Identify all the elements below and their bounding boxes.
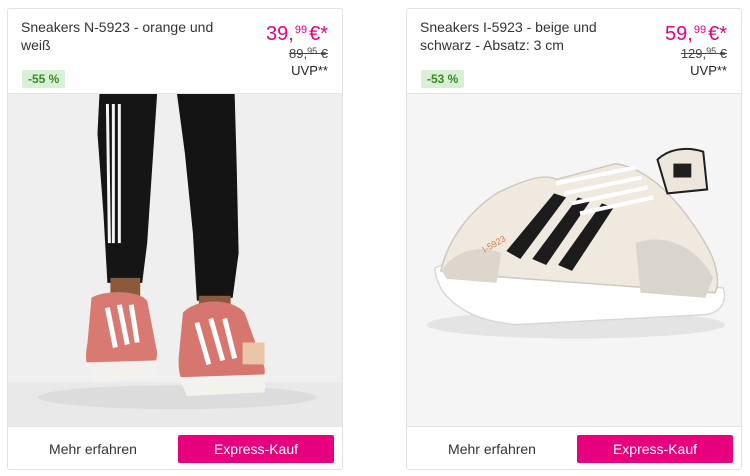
discount-badge: -55 % xyxy=(22,70,66,88)
old-price-currency: € xyxy=(719,46,727,61)
old-price-main: 129, xyxy=(680,46,707,61)
price-main: 39, xyxy=(266,23,294,45)
price-main: 59, xyxy=(665,23,693,45)
product-card[interactable]: Sneakers N-5923 - orange und weiß 39,99 €… xyxy=(7,8,343,470)
product-price: 39,99 €* xyxy=(266,18,328,46)
product-title[interactable]: Sneakers N-5923 - orange und weiß xyxy=(21,18,226,54)
sneaker-product-photo-icon: I-5923 xyxy=(407,94,741,426)
more-info-button[interactable]: Mehr erfahren xyxy=(18,435,168,463)
old-price: 129,95 € xyxy=(681,46,727,61)
sneaker-on-feet-photo-icon xyxy=(8,94,342,426)
express-buy-button[interactable]: Express-Kauf xyxy=(178,435,334,463)
product-actions: Mehr erfahren Express-Kauf xyxy=(8,427,342,469)
old-price-currency: € xyxy=(320,46,328,61)
product-header: Sneakers N-5923 - orange und weiß 39,99 €… xyxy=(8,9,342,93)
product-header: Sneakers I-5923 - beige und schwarz - Ab… xyxy=(407,9,741,93)
product-actions: Mehr erfahren Express-Kauf xyxy=(407,427,741,469)
old-price-main: 89, xyxy=(289,46,308,61)
price-cents: 99 xyxy=(693,24,707,36)
product-image[interactable] xyxy=(8,93,342,427)
more-info-button[interactable]: Mehr erfahren xyxy=(417,435,567,463)
express-buy-button[interactable]: Express-Kauf xyxy=(577,435,733,463)
price-cents: 99 xyxy=(294,24,308,36)
uvp-label: UVP** xyxy=(291,63,328,78)
old-price: 89,95 € xyxy=(289,46,328,61)
uvp-label: UVP** xyxy=(690,63,727,78)
product-price: 59,99 €* xyxy=(665,18,727,46)
price-currency: €* xyxy=(309,23,328,45)
price-currency: €* xyxy=(708,23,727,45)
product-image[interactable]: I-5923 xyxy=(407,93,741,427)
discount-badge: -53 % xyxy=(421,70,465,88)
old-price-cents: 95 xyxy=(706,46,717,56)
product-card[interactable]: Sneakers I-5923 - beige und schwarz - Ab… xyxy=(406,8,742,470)
old-price-cents: 95 xyxy=(307,46,318,56)
product-title[interactable]: Sneakers I-5923 - beige und schwarz - Ab… xyxy=(420,18,625,54)
